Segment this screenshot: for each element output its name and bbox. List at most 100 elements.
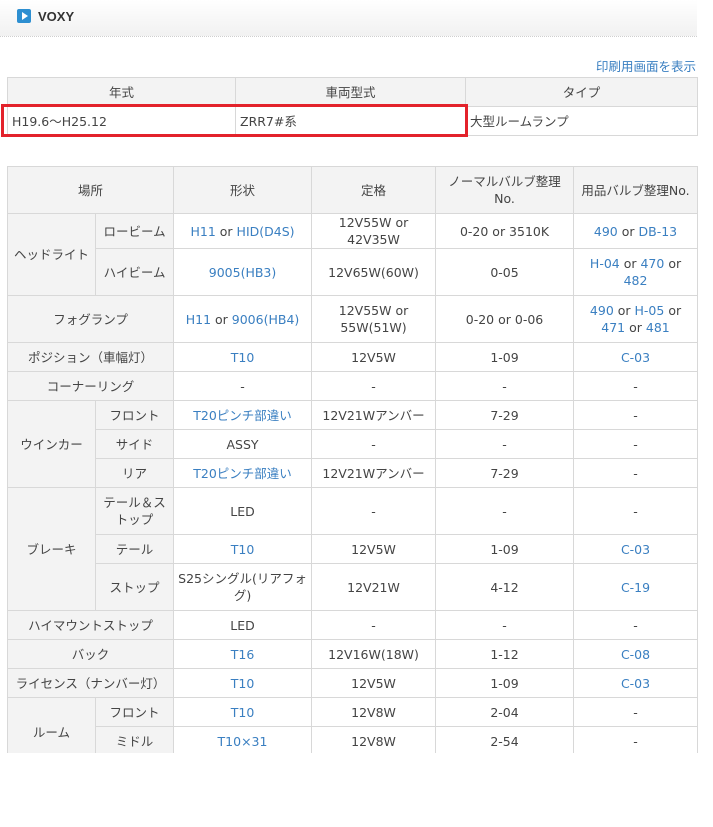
normal-bulb-cell: 1-09: [435, 534, 575, 564]
shape-cell: T10: [173, 342, 313, 372]
table-row: フォグランプ H11 or 9006(HB4) 12V55W or 55W(51W)…: [6, 295, 699, 343]
bulb-link[interactable]: 9006(HB4): [232, 312, 300, 327]
category-cell: コーナーリング: [6, 371, 175, 401]
rating-cell: 12V65W(60W): [311, 248, 437, 296]
rating-cell: 12V21W: [311, 563, 437, 611]
subcategory-cell: リア: [94, 458, 175, 488]
bulb-link[interactable]: H11: [186, 312, 211, 327]
bulb-link[interactable]: C-03: [621, 542, 650, 557]
subcategory-cell: ミドル: [94, 726, 175, 756]
bulb-link[interactable]: C-03: [621, 350, 650, 365]
bulb-link[interactable]: T20ピンチ部違い: [193, 466, 292, 481]
col-shape: 形状: [173, 166, 313, 214]
rating-cell: 12V8W: [311, 726, 437, 756]
category-cell: ハイマウントストップ: [6, 610, 175, 640]
text-part: -: [240, 378, 245, 394]
option-bulb-cell: 490 or DB-13: [573, 213, 699, 249]
bulb-link[interactable]: H-04: [590, 256, 620, 271]
bulb-link[interactable]: 490: [590, 303, 614, 318]
bulb-link[interactable]: 482: [624, 273, 648, 288]
normal-bulb-cell: 1-09: [435, 668, 575, 698]
vehicle-table: 年式 車両型式 タイプ H19.6〜H25.12 ZRR7#系 大型ルームランプ: [7, 77, 698, 136]
table-row: ライセンス（ナンバー灯） T10 12V5W 1-09 C-03: [6, 668, 699, 698]
category-cell: バック: [6, 639, 175, 669]
category-cell: ライセンス（ナンバー灯）: [6, 668, 175, 698]
bulb-link[interactable]: T20ピンチ部違い: [193, 408, 292, 423]
shape-cell: T10: [173, 697, 313, 727]
col-location: 場所: [6, 166, 175, 214]
bulb-link[interactable]: T10×31: [218, 734, 268, 749]
option-bulb-cell: 490 or H-05 or 471 or 481: [573, 295, 699, 343]
subcategory-cell: テール: [94, 534, 175, 564]
category-cell: フォグランプ: [6, 295, 175, 343]
bulb-link[interactable]: H-05: [635, 303, 665, 318]
bulb-link[interactable]: T10: [231, 542, 255, 557]
normal-bulb-cell: 2-04: [435, 697, 575, 727]
table-row: ストップ S25シングル(リアフォグ) 12V21W 4-12 C-19: [8, 563, 699, 611]
option-bulb-cell: -: [573, 697, 699, 727]
rating-cell: -: [311, 487, 437, 535]
page-header: VOXY: [0, 0, 697, 37]
table-row: サイド ASSY - - -: [8, 429, 699, 459]
category-cell: ヘッドライト: [7, 213, 96, 296]
option-bulb-cell: -: [573, 487, 699, 535]
shape-cell: T20ピンチ部違い: [173, 400, 313, 430]
rating-cell: -: [311, 610, 437, 640]
text-part: or: [211, 311, 232, 327]
page-title: VOXY: [38, 9, 75, 24]
option-bulb-cell: -: [573, 429, 699, 459]
app-root: VOXY 印刷用画面を表示 年式 車両型式 タイプ H19.6〜H25.12 Z…: [0, 0, 713, 827]
bulb-link[interactable]: 9005(HB3): [209, 265, 277, 280]
col-type: タイプ: [465, 77, 698, 107]
category-cell: ウインカー: [7, 400, 96, 488]
text-part: S25シングル(リアフォグ): [178, 571, 307, 603]
bulb-link[interactable]: T10: [231, 350, 255, 365]
bulb-link[interactable]: C-19: [621, 580, 650, 595]
table-row: ヘッドライト ロービーム H11 or HID(D4S) 12V55W or 42V3…: [7, 213, 699, 296]
print-view-link[interactable]: 印刷用画面を表示: [596, 56, 696, 75]
text-part: or: [664, 303, 682, 318]
bulb-link[interactable]: 470: [640, 256, 664, 271]
table-row: リア T20ピンチ部違い 12V21Wアンバー 7-29 -: [8, 458, 699, 488]
subcategory-cell: サイド: [94, 429, 175, 459]
bulb-link[interactable]: 481: [646, 320, 670, 335]
table-row: ポジション（車幅灯） T10 12V5W 1-09 C-03: [6, 342, 699, 372]
normal-bulb-cell: -: [435, 487, 575, 535]
option-bulb-cell: C-08: [573, 639, 699, 669]
page-bottom-blank: [0, 753, 713, 827]
text-part: -: [633, 503, 638, 519]
table-row: ハイビーム 9005(HB3) 12V65W(60W) 0-05 H-04 or 470…: [8, 248, 699, 296]
col-rating: 定格: [311, 166, 437, 214]
normal-bulb-cell: -: [435, 371, 575, 401]
bulb-link[interactable]: T10: [231, 705, 255, 720]
bulb-link[interactable]: H11: [191, 224, 216, 239]
bulb-link[interactable]: HID(D4S): [237, 224, 295, 239]
shape-cell: LED: [173, 610, 313, 640]
text-part: -: [633, 733, 638, 749]
bulb-link[interactable]: DB-13: [639, 224, 678, 239]
col-model-code: 車両型式: [235, 77, 466, 107]
table-row: ウインカー フロント T20ピンチ部違い 12V21Wアンバー 7-29-: [7, 400, 699, 488]
bulb-link[interactable]: T10: [231, 676, 255, 691]
bulb-link[interactable]: T16: [231, 647, 255, 662]
text-part: ASSY: [226, 436, 259, 452]
year-cell: H19.6〜H25.12: [7, 106, 236, 136]
option-bulb-cell: C-03: [573, 342, 699, 372]
bulb-link[interactable]: 490: [594, 224, 618, 239]
option-bulb-cell: C-03: [573, 534, 699, 564]
bulb-link[interactable]: C-08: [621, 647, 650, 662]
subcategory-cell: テール＆ストップ: [94, 487, 175, 535]
shape-cell: H11 or 9006(HB4): [173, 295, 313, 343]
text-part: -: [633, 704, 638, 720]
play-icon: [17, 9, 31, 23]
rating-cell: 12V8W: [311, 697, 437, 727]
rating-cell: 12V5W: [311, 668, 437, 698]
rating-cell: 12V21Wアンバー: [311, 400, 437, 430]
col-option-bulb: 用品バルブ整理No.: [573, 166, 699, 214]
rating-cell: 12V55W or 42V35W: [311, 213, 437, 249]
subcategory-cell: ハイビーム: [94, 248, 175, 296]
bulb-link[interactable]: 471: [601, 320, 625, 335]
option-bulb-cell: -: [573, 458, 699, 488]
normal-bulb-cell: 1-09: [435, 342, 575, 372]
bulb-link[interactable]: C-03: [621, 676, 650, 691]
